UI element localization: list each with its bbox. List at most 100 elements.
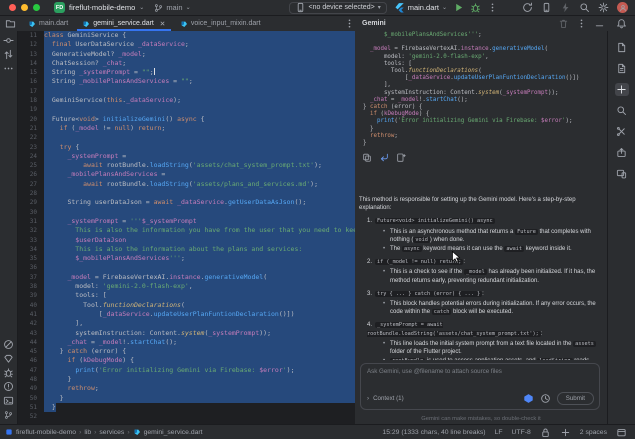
submit-button[interactable]: Submit [556,392,594,405]
editor-line: 13 GenerativeModel? _model; [18,49,355,59]
debug-button[interactable] [470,2,481,13]
editor-line: 22 [18,133,355,143]
chevron-down-icon: ⌄ [185,5,191,11]
tab-main.dart[interactable]: main.dart [21,16,75,31]
editor-line: 21 if (_model != null) return; [18,123,355,134]
chevron-down-icon: ⌄ [441,5,447,11]
device-selector[interactable]: <no device selected> ▾ [288,1,387,14]
terminal-icon[interactable] [2,394,16,407]
history-clock-icon[interactable] [540,393,551,404]
explanation-numbered-item: 3. try { ... } catch (error) { ... }: [367,290,484,297]
minimize-window-button[interactable] [21,4,28,11]
breadcrumb-item[interactable]: lib [84,429,91,436]
find-icon[interactable] [615,104,629,117]
minimize-panel-icon[interactable] [594,18,605,29]
project-logo-icon: FD [54,2,65,13]
code-editor[interactable]: 11 class GeminiService {12 final UserData… [18,31,355,424]
panel-options-icon[interactable] [576,18,587,29]
popup-icon[interactable] [616,427,627,438]
breadcrumb-item[interactable]: gemini_service.dart [144,429,203,436]
editor-options-icon[interactable] [344,18,355,29]
export-icon[interactable] [615,146,629,159]
insert-icon[interactable] [379,152,389,162]
gemini-code-block: $_mobilePlansAndServices'''; _model = Fi… [355,31,607,148]
project-selector[interactable]: FD fireflut-mobile-demo ⌄ [49,2,149,13]
gemini-disclaimer: Gemini can make mistakes, so double-chec… [421,416,541,422]
gemini-input-bottom: Context (1) Submit [367,392,594,405]
editor-line: 15 String _systemPrompt = ""; [18,68,355,78]
status-bar: fireflut-mobile-demo › lib › services › gemini… [0,424,635,439]
notifications-bell-icon[interactable] [616,18,627,29]
tab-label: main.dart [39,20,69,27]
more-h-icon[interactable] [2,62,16,75]
explanation-numbered-item: 1. Future<void> initializeGemini() async [367,218,495,225]
tab-voice_input_mixin.dart[interactable]: voice_input_mixin.dart [173,16,268,31]
editor-line: 28 [18,189,355,199]
problems-icon[interactable] [2,380,16,393]
explanation-numbered-item: 4. _systemPrompt = await rootBundle.loadS… [367,322,543,337]
dart-icon [28,20,36,28]
gemini-code-line [363,39,607,46]
pin-icon[interactable] [614,83,629,96]
gemini-code-line: } [363,140,367,147]
branch-selector[interactable]: main ⌄ [149,3,195,13]
cut-icon[interactable] [615,125,629,138]
tab-gemini_service.dart[interactable]: gemini_service.dart [75,16,173,31]
editor-line: 39 tools: [ [18,291,355,301]
lock-icon[interactable] [540,427,551,438]
trash-icon[interactable] [558,18,569,29]
editor-line: 45 } catch (error) { [18,347,355,357]
plus-icon[interactable] [560,427,571,438]
editor-line: 43 systemInstruction: Content.system(_sy… [18,328,355,338]
bug-grey-icon[interactable] [2,366,16,379]
git-branch-icon[interactable] [2,408,16,421]
left-tool-stripe [0,31,18,424]
breadcrumb-item[interactable]: services [99,429,124,436]
gemini-explanation: This method is responsible for setting u… [359,194,599,360]
new-file-icon[interactable] [396,152,406,162]
gemini-gem-icon[interactable] [523,393,534,404]
commit-icon[interactable] [2,34,16,47]
explanation-bullet: rootBundle is used to access application… [383,357,599,360]
line-separator-widget[interactable]: LF [495,429,503,436]
breadcrumb-item[interactable]: fireflut-mobile-demo [16,429,76,436]
editor-line: 36 [18,263,355,273]
avatar[interactable] [617,2,628,13]
device-manager-icon[interactable] [541,2,552,13]
editor-line: 18 GeminiService(this._dataService); [18,96,355,106]
editor-line: 20 Future<void> initializeGemini() async… [18,114,355,124]
explanation-bullet: This line loads the initial system promp… [383,340,599,356]
explanation-bullet: The async keyword means it can use the a… [383,245,599,253]
flutter-icon [394,2,405,13]
sync-icon[interactable] [522,2,533,13]
editor-line: 46 if (kDebugMode) { [18,356,355,366]
gemini-input-box[interactable]: Ask Gemini, use @filename to attach sour… [360,363,600,410]
close-window-button[interactable] [9,4,16,11]
editor-line: 12 final UserDataService _dataService; [18,40,355,50]
settings-icon[interactable] [598,2,609,13]
caret-position-widget[interactable]: 15:29 (1333 chars, 40 line breaks) [382,429,485,436]
sync-off-icon[interactable] [2,338,16,351]
vcs-update-icon[interactable] [2,48,16,61]
devices-icon[interactable] [615,167,629,180]
zoom-window-button[interactable] [33,4,40,11]
run-config-selector[interactable]: main.dart ⌄ [394,2,447,13]
right-tool-stripe [607,31,635,424]
gem-outline-icon[interactable] [2,352,16,365]
close-icon[interactable] [159,20,166,27]
encoding-widget[interactable]: UTF-8 [512,429,531,436]
hot-reload-icon[interactable] [560,2,571,13]
run-button[interactable] [453,2,464,13]
more-actions-icon[interactable] [487,2,498,13]
context-toggle[interactable]: Context (1) [367,395,404,402]
doc-copy-icon[interactable] [615,62,629,75]
indent-widget[interactable]: 2 spaces [580,429,607,436]
search-icon[interactable] [579,2,590,13]
doc-icon[interactable] [615,41,629,54]
copy-icon[interactable] [362,152,372,162]
editor-line: 30 [18,207,355,217]
project-tool-icon[interactable] [0,18,21,29]
gemini-panel: $_mobilePlansAndServices'''; _model = Fi… [355,31,607,424]
status-widgets: 15:29 (1333 chars, 40 line breaks) LF UT… [382,427,635,438]
dart-icon [82,20,90,28]
